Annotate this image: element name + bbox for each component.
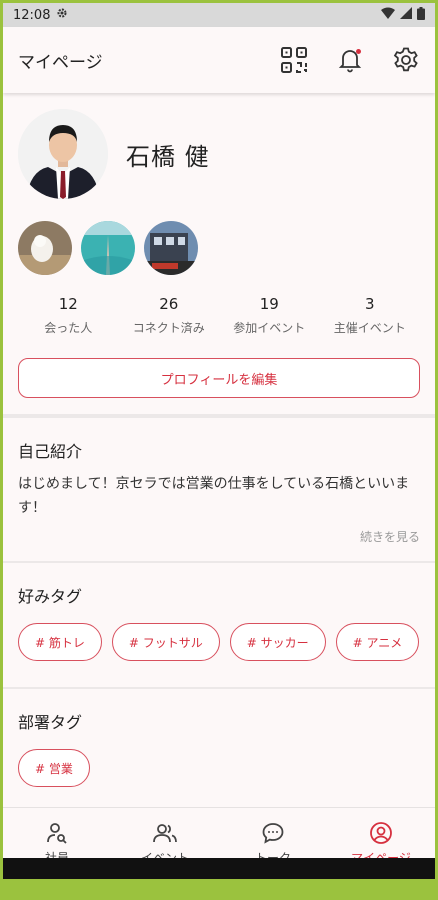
user-name: 石橋 健 bbox=[126, 142, 210, 171]
photo-list bbox=[18, 221, 420, 275]
stat-label: 会った人 bbox=[44, 321, 93, 335]
stat-hosted-events[interactable]: 3 主催イベント bbox=[320, 295, 421, 336]
stat-value: 3 bbox=[364, 295, 375, 313]
avatar[interactable] bbox=[18, 109, 108, 199]
qr-code-button[interactable] bbox=[279, 45, 309, 75]
page-title: マイページ bbox=[18, 52, 103, 73]
stat-label: コネクト済み bbox=[132, 321, 205, 335]
tag-chip[interactable]: # フットサル bbox=[111, 623, 220, 661]
stat-connected[interactable]: 26 コネクト済み bbox=[119, 295, 220, 336]
qr-code-icon bbox=[281, 47, 307, 73]
tag-chip[interactable]: # 営業 bbox=[18, 749, 90, 787]
tag-chip[interactable]: # アニメ bbox=[335, 623, 420, 661]
stat-value: 19 bbox=[259, 295, 279, 313]
stat-label: 主催イベント bbox=[333, 321, 406, 335]
wifi-icon bbox=[381, 7, 395, 23]
photo-thumbnail[interactable] bbox=[18, 221, 72, 275]
edit-profile-button[interactable]: プロフィールを編集 bbox=[18, 358, 420, 398]
favorite-tags-heading: 好みタグ bbox=[18, 587, 83, 606]
signal-icon bbox=[400, 7, 412, 23]
system-navigation-bar bbox=[3, 858, 435, 879]
read-more-link[interactable]: 続きを見る bbox=[18, 528, 420, 545]
stat-value: 12 bbox=[58, 295, 78, 313]
photo-thumbnail[interactable] bbox=[81, 221, 135, 275]
photo-thumbnail[interactable] bbox=[144, 221, 198, 275]
tag-chip[interactable]: # 筋トレ bbox=[18, 623, 102, 661]
stat-label: 参加イベント bbox=[233, 321, 306, 335]
settings-status-icon bbox=[56, 7, 68, 23]
notification-dot bbox=[356, 49, 361, 54]
profile-section: 石橋 健 12 会った人 26 コネクト済み 19 参加イベント 3 主催イベン… bbox=[3, 93, 435, 398]
people-icon bbox=[153, 824, 177, 843]
stat-value: 26 bbox=[159, 295, 179, 313]
department-tags-section: 部署タグ # 営業 bbox=[3, 689, 435, 787]
battery-icon bbox=[417, 6, 425, 24]
person-search-icon bbox=[47, 823, 67, 844]
intro-heading: 自己紹介 bbox=[18, 442, 83, 461]
stat-met-people[interactable]: 12 会った人 bbox=[18, 295, 119, 336]
chat-icon bbox=[262, 823, 284, 844]
phone-screen: 12:08 マイページ 石橋 健 12 会った人 26 コネクト済み 19 参加… bbox=[3, 3, 435, 879]
status-bar: 12:08 bbox=[3, 3, 435, 27]
favorite-tags-section: 好みタグ # 筋トレ # フットサル # サッカー # アニメ bbox=[3, 563, 435, 687]
stats-row: 12 会った人 26 コネクト済み 19 参加イベント 3 主催イベント bbox=[18, 295, 420, 336]
status-time: 12:08 bbox=[13, 7, 51, 23]
gear-icon bbox=[393, 47, 418, 72]
department-tag-list: # 営業 bbox=[18, 749, 420, 787]
favorite-tag-list: # 筋トレ # フットサル # サッカー # アニメ bbox=[18, 623, 420, 661]
settings-button[interactable] bbox=[391, 45, 421, 75]
tag-chip[interactable]: # サッカー bbox=[229, 623, 326, 661]
intro-text: はじめまして！京セラでは営業の仕事をしている石橋といいます！ bbox=[18, 476, 410, 516]
app-bar: マイページ bbox=[3, 27, 435, 93]
notifications-button[interactable] bbox=[335, 45, 365, 75]
account-circle-icon bbox=[370, 822, 392, 844]
intro-section: 自己紹介 はじめまして！京セラでは営業の仕事をしている石橋といいます！ 続きを見… bbox=[3, 418, 435, 561]
stat-joined-events[interactable]: 19 参加イベント bbox=[219, 295, 320, 336]
department-tags-heading: 部署タグ bbox=[18, 713, 83, 732]
